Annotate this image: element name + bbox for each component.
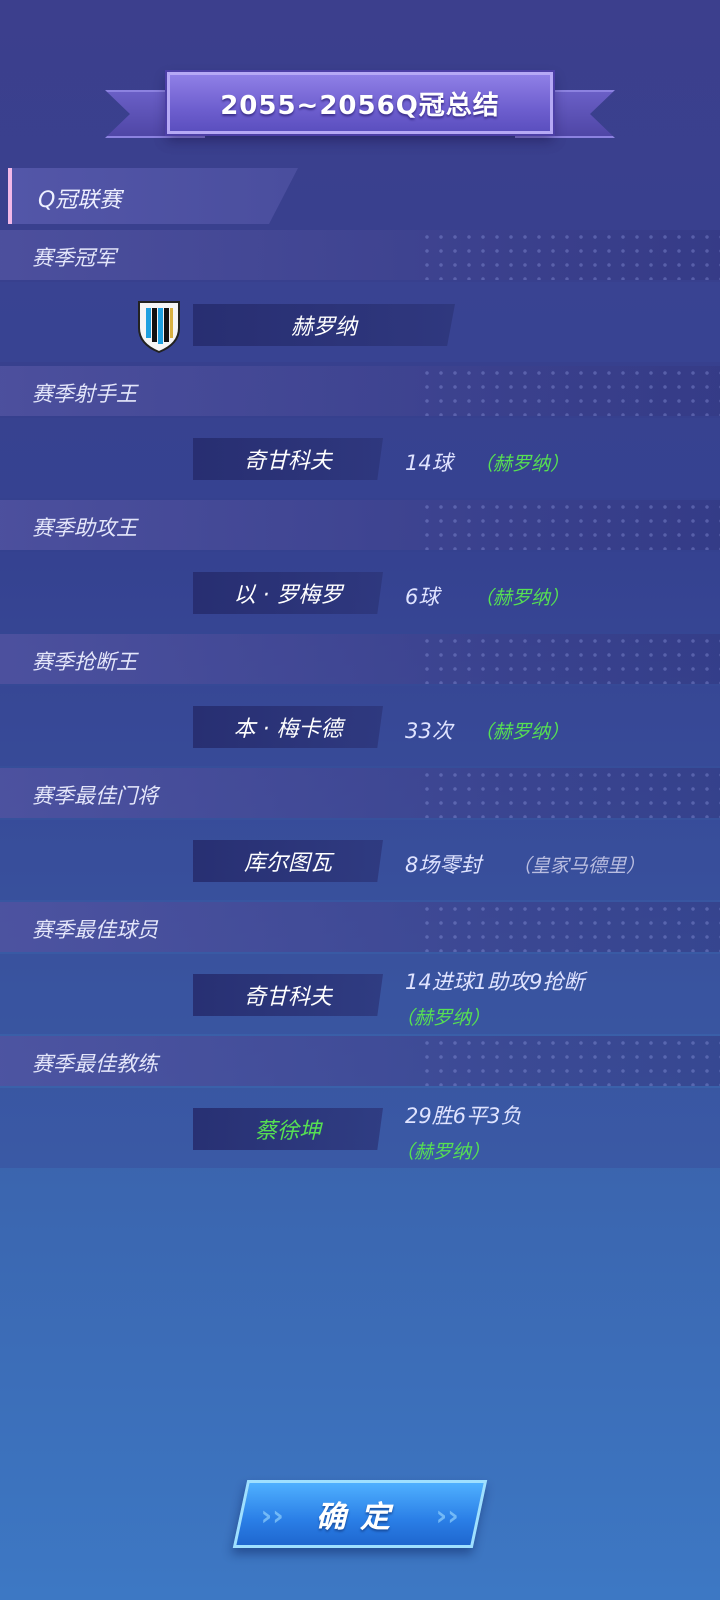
header-pattern (420, 500, 720, 550)
title-plate: 2055~2056Q冠总结 (167, 72, 553, 134)
best-keeper-club: （皇家马德里） (512, 855, 646, 877)
title-banner: 2055~2056Q冠总结 (105, 70, 615, 156)
chevron-right-icon: ›› (435, 1499, 459, 1532)
top-assist-stat: 6球 (405, 585, 440, 609)
header-pattern (420, 1036, 720, 1086)
league-tab: Q冠联赛 (8, 168, 298, 224)
best-player-name: 奇甘科夫 (193, 974, 383, 1016)
section-label: 赛季射手王 (32, 382, 137, 406)
best-coach-stat: 29胜6平3负 (405, 1104, 522, 1128)
header-pattern (420, 230, 720, 280)
section-header-top-assist: 赛季助攻王 (0, 500, 720, 550)
top-scorer-name: 奇甘科夫 (193, 438, 383, 480)
top-assist-name: 以 · 罗梅罗 (193, 572, 383, 614)
section-label: 赛季抢断王 (32, 650, 137, 674)
league-label: Q冠联赛 (38, 188, 122, 213)
section-label: 赛季最佳门将 (32, 784, 158, 808)
header-pattern (420, 634, 720, 684)
section-label: 赛季最佳教练 (32, 1052, 158, 1076)
best-coach-club: （赫罗纳） (395, 1141, 491, 1163)
top-assist-club: （赫罗纳） (474, 587, 570, 609)
league-tab-indicator (8, 168, 12, 224)
section-header-best-keeper: 赛季最佳门将 (0, 768, 720, 818)
header-pattern (420, 902, 720, 952)
section-header-best-coach: 赛季最佳教练 (0, 1036, 720, 1086)
section-header-champion: 赛季冠军 (0, 230, 720, 280)
header-pattern (420, 768, 720, 818)
section-label: 赛季助攻王 (32, 516, 137, 540)
top-tackle-name: 本 · 梅卡德 (193, 706, 383, 748)
top-scorer-stat: 14球 (405, 451, 453, 475)
confirm-label: 确定 (316, 1500, 404, 1535)
best-keeper-name: 库尔图瓦 (193, 840, 383, 882)
champion-team-name: 赫罗纳 (193, 304, 455, 346)
section-header-top-scorer: 赛季射手王 (0, 366, 720, 416)
confirm-button[interactable]: ›› 确定 ›› (232, 1480, 488, 1548)
page-title: 2055~2056Q冠总结 (220, 90, 500, 121)
top-tackle-stat: 33次 (405, 719, 453, 743)
section-label: 赛季最佳球员 (32, 918, 158, 942)
top-scorer-club: （赫罗纳） (474, 453, 570, 475)
team-crest-icon (138, 301, 180, 354)
section-label: 赛季冠军 (32, 246, 116, 270)
best-player-stat: 14进球1助攻9抢断 (405, 970, 585, 994)
chevron-right-icon: ›› (260, 1499, 284, 1532)
best-keeper-stat: 8场零封 (405, 853, 482, 877)
top-tackle-club: （赫罗纳） (474, 721, 570, 743)
section-header-top-tackle: 赛季抢断王 (0, 634, 720, 684)
section-header-best-player: 赛季最佳球员 (0, 902, 720, 952)
best-player-club: （赫罗纳） (395, 1007, 491, 1029)
header-pattern (420, 366, 720, 416)
best-coach-name: 蔡徐坤 (193, 1108, 383, 1150)
